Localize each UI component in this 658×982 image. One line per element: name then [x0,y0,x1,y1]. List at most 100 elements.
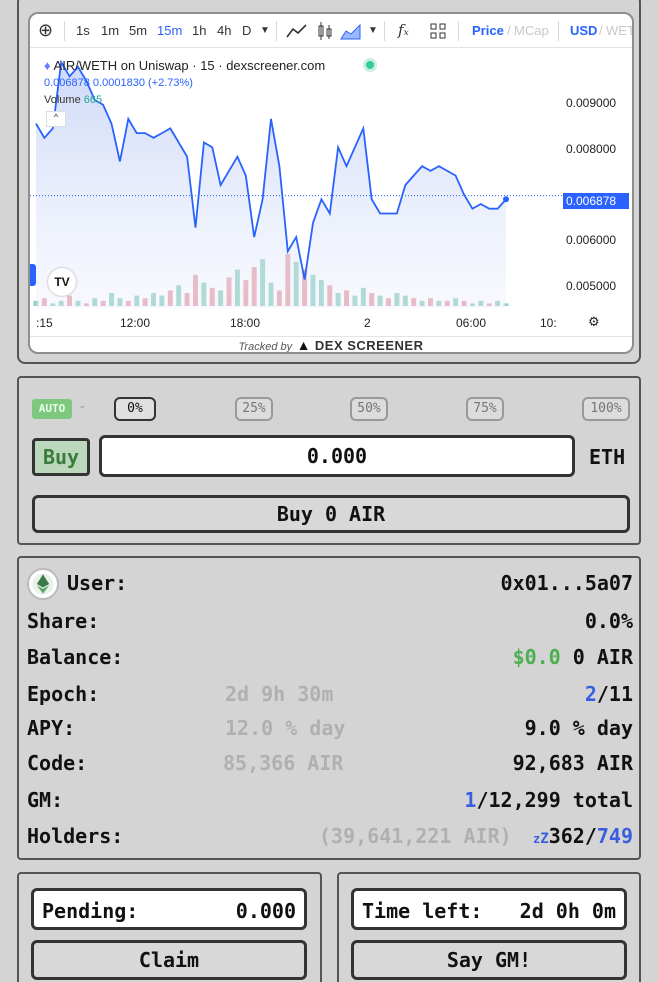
pending-label: Pending: [42,899,139,923]
usd-toggle[interactable]: USD [570,23,597,38]
epoch-current: 2 [584,682,597,706]
epoch-time-left: 2d 9h 30m [225,682,334,706]
interval-15m[interactable]: 15m [157,23,182,38]
stats-panel: User: 0x01...5a07 Share: 0.0% Balance: $… [17,556,641,860]
apy-value: 9.0 % day [524,716,633,740]
buy-sell-toggle[interactable]: Buy [32,438,90,476]
indicators-icon[interactable]: fₓ [398,21,409,39]
eth-icon: ♦ [44,58,51,73]
percent-25-button[interactable]: 25% [235,397,273,421]
share-row: Share: 0.0% [27,606,633,636]
area-chart-icon[interactable] [340,22,362,40]
x-tick-label: 2 [364,316,371,330]
price-chart [30,59,562,309]
user-label: User: [67,571,128,595]
x-tick-label: 10: [540,316,557,330]
balance-value: $0.0 0 AIR [513,645,633,669]
apy-label: APY: [27,716,76,740]
pair-title: AIR/WETH on Uniswap · 15 · dexscreener.c… [53,58,326,73]
current-price-tag: 0.006878 [563,193,629,209]
interval-4h[interactable]: 4h [217,23,231,38]
gm-total: /12,299 total [476,788,633,812]
gm-label: GM: [27,788,64,812]
pending-box: Pending: 0.000 [31,888,307,930]
line-chart-icon[interactable] [286,23,308,39]
chart-legend-title: ♦ AIR/WETH on Uniswap · 15 · dexscreener… [44,58,325,73]
layout-grid-icon[interactable] [430,23,446,39]
percent-75-button[interactable]: 75% [466,397,504,421]
holders-row: Holders: (39,641,221 AIR) zZ362/749 [27,821,633,851]
user-row: User: 0x01...5a07 [27,568,633,600]
tracked-by-footer[interactable]: Tracked by ▲ DEX SCREENER [30,336,632,353]
chevron-down-icon[interactable]: ▼ [368,25,378,36]
percent-100-button[interactable]: 100% [582,397,630,421]
auto-separator: - [78,399,87,415]
tradingview-logo-icon[interactable]: TV [48,268,76,296]
weth-toggle[interactable]: WETH [606,23,632,38]
buy-air-button[interactable]: Buy 0 AIR [32,495,630,533]
time-left-label: Time left: [362,899,483,923]
side-panel-toggle[interactable] [30,264,36,286]
settings-gear-icon[interactable]: ⚙ [588,314,600,330]
balance-label: Balance: [27,645,124,669]
toolbar-divider [458,21,459,41]
add-indicator-icon[interactable]: ⊕ [38,20,53,41]
say-gm-button[interactable]: Say GM! [351,940,627,980]
share-value: 0.0% [584,609,633,633]
auto-toggle[interactable]: AUTO [32,399,72,419]
dexscreener-brand: DEX SCREENER [314,338,424,353]
amount-input[interactable] [99,435,575,477]
x-tick-label: 06:00 [456,316,487,330]
interval-1m[interactable]: 1m [101,23,119,38]
volume-label: Volume [44,94,81,106]
code-value: 92,683 AIR [512,751,633,775]
x-tick-label: 12:00 [120,316,151,330]
last-price-point [503,196,509,203]
balance-row: Balance: $0.0 0 AIR [27,642,633,672]
time-left-box: Time left: 2d 0h 0m [351,888,627,930]
volume-value: 665 [83,94,103,106]
epoch-value: 2/11 [585,682,633,706]
toolbar-divider [276,21,277,41]
sleep-icon: Z [540,831,549,847]
holders-active: 362 [548,824,585,848]
chart-embed[interactable]: ⊕ 1s 1m 5m 15m 1h 4h D ▼ ▼ fₓ Price / MC… [28,12,634,354]
percent-0-button[interactable]: 0% [114,397,156,421]
apy-previous: 12.0 % day [225,716,346,740]
holders-supply: (39,641,221 AIR) [319,824,512,848]
pending-value: 0.000 [235,899,296,923]
gm-count: 1 [464,788,477,812]
user-address[interactable]: 0x01...5a07 [501,571,633,595]
chevron-down-icon[interactable]: ▼ [260,25,270,36]
ethereum-avatar-icon [27,568,59,600]
collapse-legend-icon[interactable]: ⌃ [46,111,66,127]
balance-usd: $0.0 [512,645,561,669]
chart-toolbar: ⊕ 1s 1m 5m 15m 1h 4h D ▼ ▼ fₓ Price / MC… [30,14,632,48]
volume-readout: Volume 665 [44,94,102,106]
holders-label: Holders: [27,824,124,848]
claim-panel: Pending: 0.000 Claim [17,872,322,982]
interval-d[interactable]: D [242,23,251,38]
holders-total: 749 [596,824,633,848]
price-area-fill [36,62,506,309]
interval-1h[interactable]: 1h [192,23,206,38]
code-previous: 85,366 AIR [223,751,344,775]
percent-50-button[interactable]: 50% [350,397,388,421]
holders-separator: / [584,824,597,848]
live-status-icon [366,61,374,69]
share-label: Share: [27,609,100,633]
x-tick-label: :15 [36,316,53,330]
claim-button[interactable]: Claim [31,940,307,980]
mcap-toggle[interactable]: MCap [514,23,549,38]
buy-panel: AUTO - 0% 25% 50% 75% 100% Buy ETH Buy 0… [17,376,641,545]
candles-icon[interactable] [316,21,334,41]
y-tick-label: 0.005000 [566,279,617,293]
toolbar-divider [64,21,65,41]
interval-1s[interactable]: 1s [76,23,90,38]
price-toggle[interactable]: Price [472,23,504,38]
epoch-total: /11 [596,682,633,706]
y-tick-label: 0.008000 [566,142,617,156]
interval-5m[interactable]: 5m [129,23,147,38]
time-left-value: 2d 0h 0m [519,899,616,923]
chart-area[interactable]: ♦ AIR/WETH on Uniswap · 15 · dexscreener… [30,48,632,353]
